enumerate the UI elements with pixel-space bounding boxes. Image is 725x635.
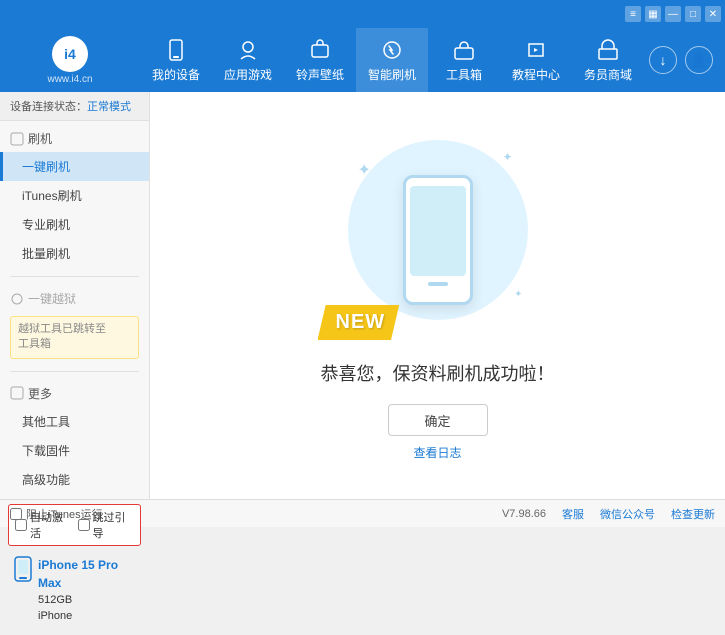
nav-tutorials-label: 教程中心 (512, 66, 560, 83)
nav-ringtone-label: 铃声壁纸 (296, 66, 344, 83)
device-name: iPhone 15 Pro Max (38, 556, 135, 592)
nav-my-device[interactable]: 我的设备 (140, 28, 212, 92)
nav-items: 我的设备 应用游戏 铃声壁纸 智能刷机 工具箱 (140, 28, 649, 92)
my-device-icon (164, 38, 188, 62)
header: i4 www.i4.cn 我的设备 应用游戏 铃声壁纸 智能刷机 (0, 28, 725, 92)
sidebar-jailbreak-section: 一键越狱 越狱工具已跳转至工具箱 (0, 281, 149, 367)
itunes-checkbox[interactable] (10, 508, 22, 520)
nav-ringtone[interactable]: 铃声壁纸 (284, 28, 356, 92)
device-type: iPhone (38, 608, 135, 625)
logo-icon: i4 (52, 36, 88, 72)
nav-smart-flash[interactable]: 智能刷机 (356, 28, 428, 92)
check-update-link[interactable]: 检查更新 (671, 506, 715, 522)
status-value: 正常模式 (87, 101, 131, 113)
footer-right: V7.98.66 客服 微信公众号 检查更新 (502, 506, 715, 522)
logo-area: i4 www.i4.cn (0, 36, 140, 85)
phone-home-button (428, 282, 448, 286)
logo-subtitle: www.i4.cn (47, 74, 92, 85)
content-area: ✦ ✦ ✦ NEW 恭喜您，保资料刷机成功啦！ 确定 查看日志 (150, 92, 725, 499)
minimize-button[interactable]: — (665, 6, 681, 22)
success-message: 恭喜您，保资料刷机成功啦！ (321, 360, 555, 386)
nav-merchant-label: 务员商域 (584, 66, 632, 83)
device-storage: 512GB (38, 592, 135, 609)
sidebar-item-advanced[interactable]: 高级功能 (0, 465, 149, 494)
divider-2 (10, 371, 139, 372)
sidebar-jailbreak-header: 一键越狱 (0, 285, 149, 312)
maximize-button[interactable]: □ (685, 6, 701, 22)
sidebar-flash-label: 刷机 (28, 130, 52, 147)
nav-tutorials[interactable]: 教程中心 (500, 28, 572, 92)
device-phone-icon (14, 556, 32, 587)
sidebar-item-batch-flash[interactable]: 批量刷机 (0, 239, 149, 268)
client-link[interactable]: 客服 (562, 506, 584, 522)
apps-games-icon (236, 38, 260, 62)
top-bar: ≡ ▦ — □ ✕ (0, 0, 725, 28)
status-label: 设备连接状态： (10, 101, 87, 113)
nav-apps-games-label: 应用游戏 (224, 66, 272, 83)
jailbreak-label: 一键越狱 (28, 290, 76, 307)
itunes-label: 阻止iTunes运行 (26, 506, 103, 522)
wechat-link[interactable]: 微信公众号 (600, 506, 655, 522)
device-info: iPhone 15 Pro Max 512GB iPhone (8, 552, 141, 629)
sidebar-more-header: 更多 (0, 380, 149, 407)
nav-smart-flash-label: 智能刷机 (368, 66, 416, 83)
itunes-check-label[interactable]: 阻止iTunes运行 (10, 506, 103, 522)
phone-screen (410, 186, 466, 276)
nav-merchant[interactable]: 务员商域 (572, 28, 644, 92)
confirm-button[interactable]: 确定 (388, 404, 488, 436)
star-br-icon: ✦ (514, 289, 522, 300)
header-right-controls: ↓ 👤 (649, 46, 725, 74)
sidebar-more-section: 更多 其他工具 下载固件 高级功能 (0, 376, 149, 498)
device-text: iPhone 15 Pro Max 512GB iPhone (38, 556, 135, 625)
merchant-icon (596, 38, 620, 62)
new-badge: NEW (318, 305, 400, 340)
download-icon[interactable]: ↓ (649, 46, 677, 74)
star-tl-icon: ✦ (358, 160, 371, 180)
toolbox-icon (452, 38, 476, 62)
sidebar-item-other-tools[interactable]: 其他工具 (0, 407, 149, 436)
divider-1 (10, 276, 139, 277)
sidebar: 设备连接状态：正常模式 刷机 一键刷机 iTunes刷机 专业刷机 批量刷机 (0, 92, 150, 499)
phone-body (403, 175, 473, 305)
window-controls: ≡ ▦ — □ ✕ (625, 6, 721, 22)
sidebar-item-pro-flash[interactable]: 专业刷机 (0, 210, 149, 239)
main-layout: 设备连接状态：正常模式 刷机 一键刷机 iTunes刷机 专业刷机 批量刷机 (0, 92, 725, 499)
user-icon[interactable]: 👤 (685, 46, 713, 74)
status-bar: 设备连接状态：正常模式 (0, 92, 149, 121)
smart-flash-icon (380, 38, 404, 62)
tutorials-icon (524, 38, 548, 62)
nav-my-device-label: 我的设备 (152, 66, 200, 83)
ringtone-icon (308, 38, 332, 62)
close-button[interactable]: ✕ (705, 6, 721, 22)
star-tr-icon: ✦ (502, 150, 512, 164)
signal-icon: ▦ (645, 6, 661, 22)
sidebar-flash-header: 刷机 (0, 125, 149, 152)
wifi-icon: ≡ (625, 6, 641, 22)
nav-apps-games[interactable]: 应用游戏 (212, 28, 284, 92)
jailbreak-notice: 越狱工具已跳转至工具箱 (10, 316, 139, 359)
sidebar-item-onekey-flash[interactable]: 一键刷机 (0, 152, 149, 181)
nav-toolbox-label: 工具箱 (446, 66, 482, 83)
nav-toolbox[interactable]: 工具箱 (428, 28, 500, 92)
log-link[interactable]: 查看日志 (413, 444, 461, 461)
sidebar-item-itunes-flash[interactable]: iTunes刷机 (0, 181, 149, 210)
version-text: V7.98.66 (502, 508, 546, 520)
footer-left: 阻止iTunes运行 (10, 506, 486, 522)
sidebar-item-download-firmware[interactable]: 下载固件 (0, 436, 149, 465)
sidebar-flash-section: 刷机 一键刷机 iTunes刷机 专业刷机 批量刷机 (0, 121, 149, 272)
phone-illustration: ✦ ✦ ✦ NEW (338, 130, 538, 350)
